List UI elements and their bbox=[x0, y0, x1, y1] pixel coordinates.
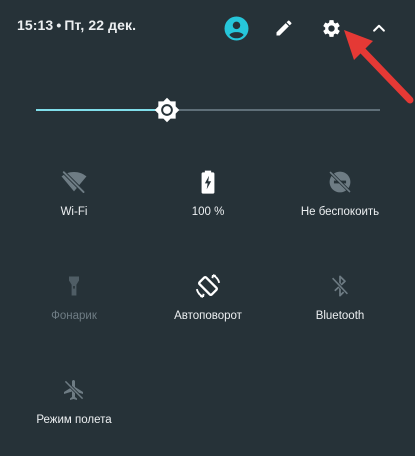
bluetooth-off-icon bbox=[271, 272, 409, 300]
tile-label: 100 % bbox=[191, 206, 225, 218]
date-text: Пт, 22 дек. bbox=[64, 17, 137, 33]
tile-label: Режим полета bbox=[36, 414, 112, 426]
battery-charging-icon bbox=[139, 168, 277, 196]
tile-label: Автоповорот bbox=[174, 310, 242, 322]
tile-airplane-mode[interactable]: Режим полета bbox=[5, 376, 143, 456]
account-circle-icon[interactable] bbox=[223, 15, 249, 41]
tile-battery[interactable]: 100 % bbox=[139, 168, 277, 248]
brightness-slider[interactable] bbox=[36, 96, 380, 124]
tile-flashlight[interactable]: Фонарик bbox=[5, 272, 143, 352]
tile-do-not-disturb[interactable]: Не беспокоить bbox=[271, 168, 409, 248]
screen-rotation-icon bbox=[139, 272, 277, 300]
annotation-arrow-icon bbox=[344, 30, 414, 104]
time-date-separator: • bbox=[56, 17, 62, 33]
tile-label: Фонарик bbox=[51, 310, 97, 322]
do-not-disturb-off-icon bbox=[271, 168, 409, 196]
tile-bluetooth[interactable]: Bluetooth bbox=[271, 272, 409, 352]
tile-label: Не беспокоить bbox=[300, 206, 380, 218]
brightness-track-fill bbox=[36, 109, 167, 111]
pencil-icon[interactable] bbox=[271, 15, 297, 41]
brightness-icon[interactable] bbox=[154, 97, 180, 123]
flashlight-icon bbox=[5, 272, 143, 300]
wifi-off-icon bbox=[5, 168, 143, 196]
tile-wifi[interactable]: Wi-Fi bbox=[5, 168, 143, 248]
tile-label: Bluetooth bbox=[315, 310, 365, 322]
date-time: 15:13 • Пт, 22 дек. bbox=[17, 17, 136, 33]
tile-auto-rotate[interactable]: Автоповорот bbox=[139, 272, 277, 352]
tile-label: Wi-Fi bbox=[60, 206, 88, 218]
time-text: 15:13 bbox=[17, 17, 54, 33]
airplane-mode-off-icon bbox=[5, 376, 143, 404]
